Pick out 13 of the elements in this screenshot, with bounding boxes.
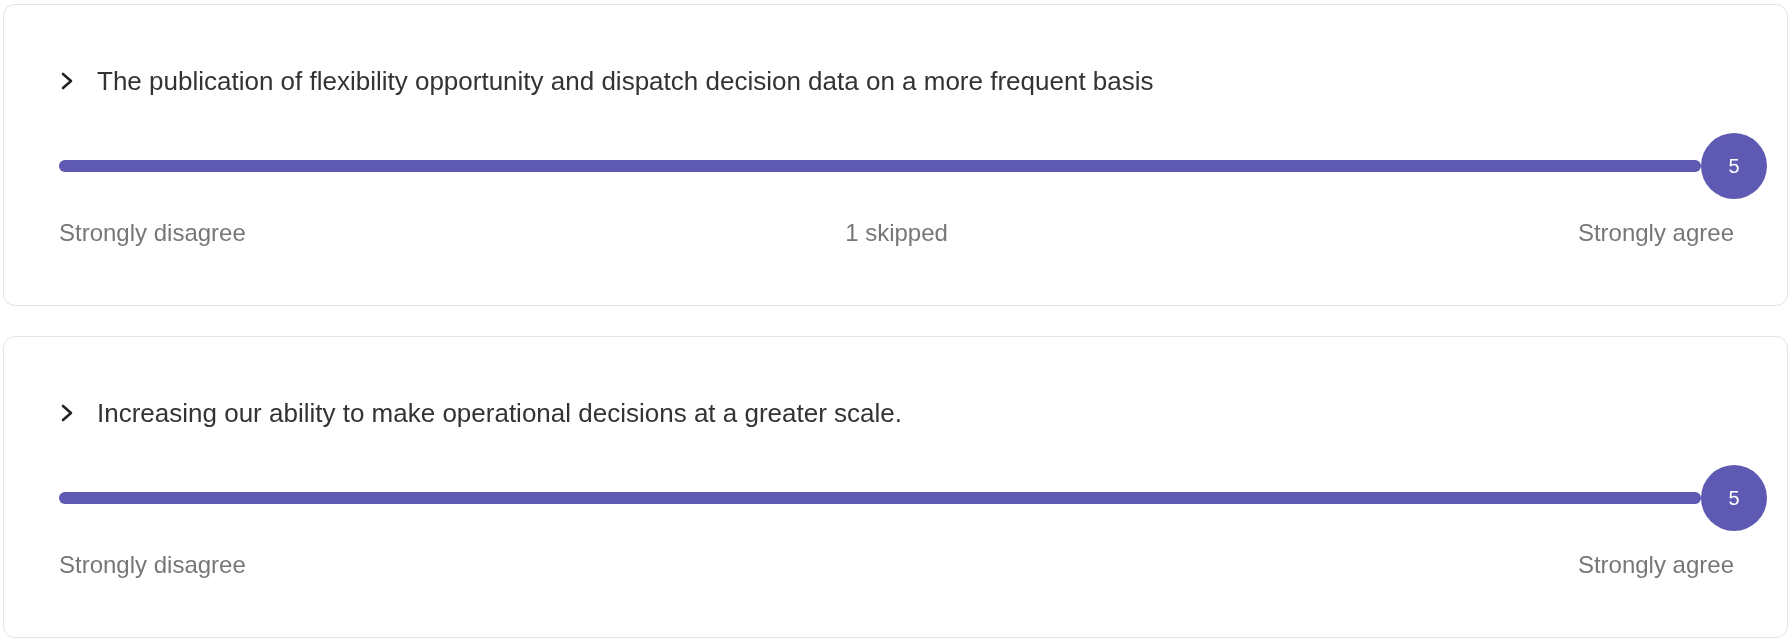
chevron-icon[interactable]	[59, 71, 75, 91]
min-label: Strongly disagree	[59, 219, 246, 247]
question-text: Increasing our ability to make operational decisions at a greater scale.	[97, 397, 902, 429]
skipped-count: 1 skipped	[845, 219, 948, 247]
max-label: Strongly agree	[1577, 219, 1734, 247]
min-label: Strongly disagree	[59, 551, 246, 579]
slider-fill[interactable]	[59, 492, 1701, 504]
slider-thumb[interactable]: 5	[1701, 133, 1767, 199]
slider-thumb[interactable]: 5	[1701, 465, 1767, 531]
slider-fill[interactable]	[59, 160, 1701, 172]
max-label: Strongly agree	[1577, 551, 1734, 579]
question-text: The publication of flexibility opportunity and dispatch decision data on a more frequent basis	[97, 65, 1154, 97]
chevron-icon[interactable]	[59, 403, 75, 423]
